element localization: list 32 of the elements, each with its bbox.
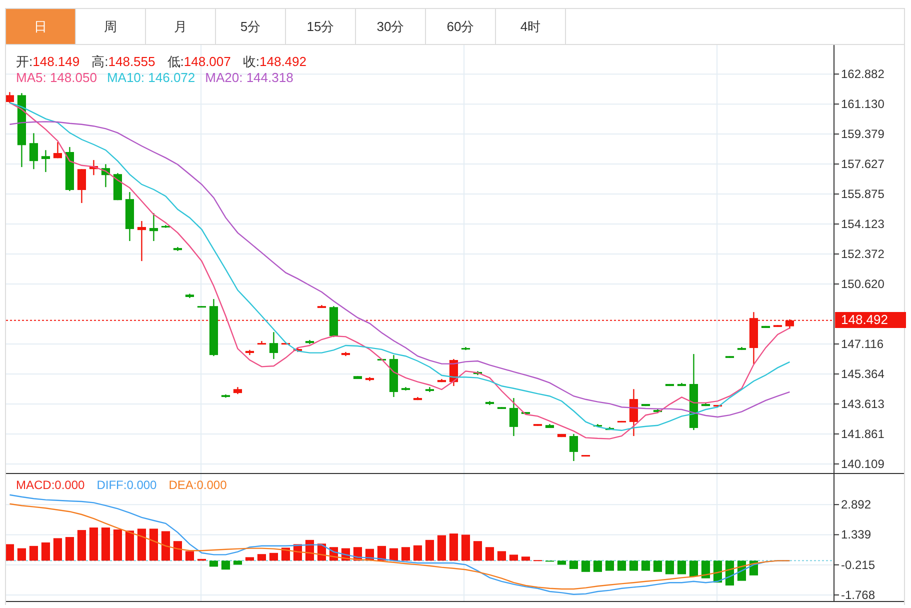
legend-value: MA10: 146.072 [106, 70, 196, 85]
axis-label: 143.613 [841, 396, 884, 411]
axis-label: 152.372 [841, 247, 884, 261]
axis-label: 157.627 [841, 157, 884, 172]
axis-label: 140.109 [841, 456, 884, 471]
legend-value: MACD:0.000 [16, 478, 85, 492]
axis-label: 161.130 [841, 97, 884, 112]
legend-label: 低: [167, 54, 184, 69]
axis-label: 145.364 [841, 366, 884, 381]
axis-label: 154.123 [841, 217, 884, 232]
legend-value: 148.149 [32, 54, 80, 69]
legend-value: 148.492 [260, 54, 306, 69]
axis-label: 162.882 [841, 67, 884, 82]
axis-label: 1.339 [841, 528, 872, 542]
legend-label: 高: [92, 54, 108, 69]
axis-label: 147.116 [841, 336, 884, 351]
legend-label: 收: [242, 54, 260, 69]
axis-label: 150.620 [841, 277, 884, 291]
axis-label: 159.379 [841, 127, 884, 142]
legend-value: DEA:0.000 [168, 478, 227, 492]
legend-value: MA5: 148.050 [16, 70, 97, 85]
last-price-label: 148.492 [835, 312, 906, 328]
axis-label: 141.861 [841, 426, 884, 441]
axis-label: 155.875 [841, 187, 884, 202]
legend-value: 148.555 [108, 54, 156, 69]
legend-label: 开: [16, 54, 33, 69]
axis-label: -0.215 [841, 558, 876, 572]
legend-value: 148.007 [184, 54, 231, 69]
legend-value: DIFF:0.000 [96, 478, 157, 492]
axis-label: 2.892 [841, 498, 872, 512]
axis-label: -1.768 [841, 588, 876, 601]
legend-value: MA20: 144.318 [205, 70, 294, 85]
